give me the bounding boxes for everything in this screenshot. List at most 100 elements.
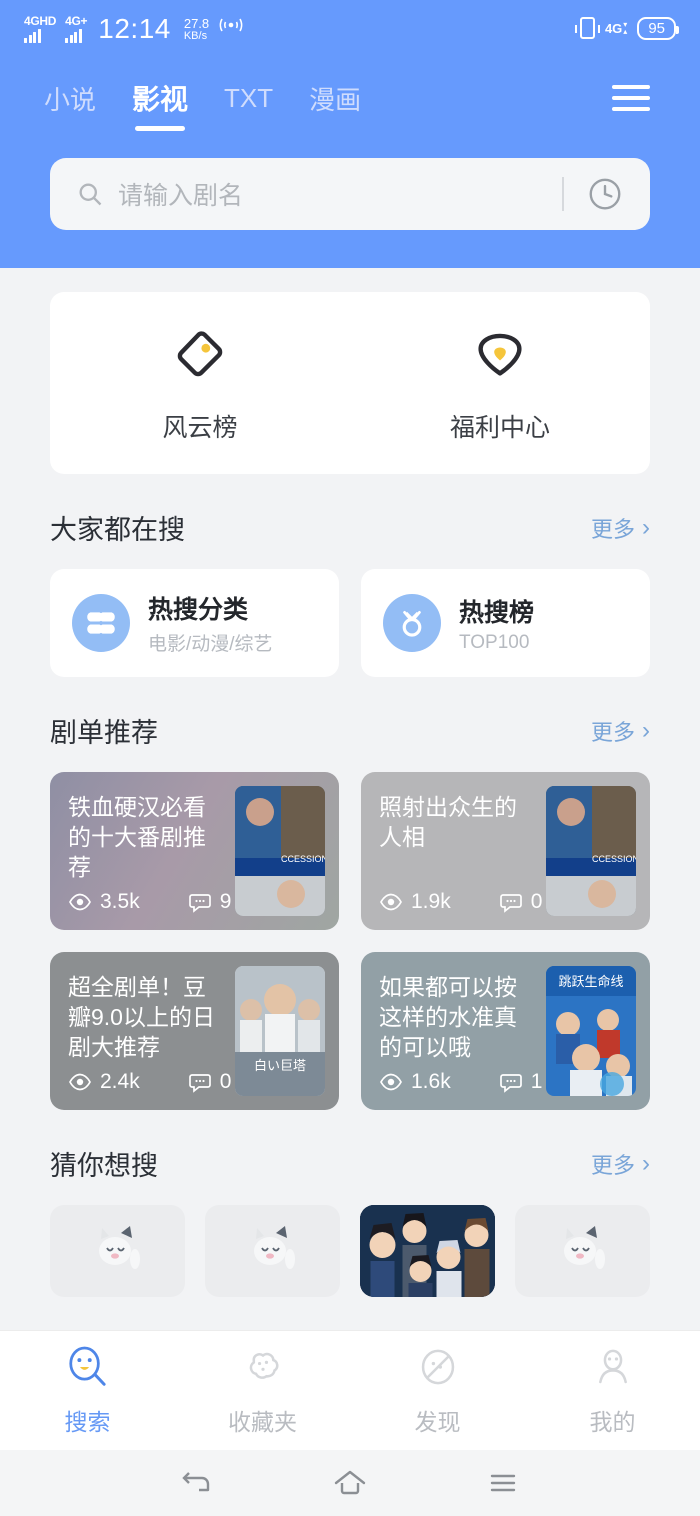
main-content: 风云榜 福利中心 大家都在搜 更多 › 热搜分类 电影/动漫/综艺 热搜榜 TO… — [0, 268, 700, 1516]
svg-text:CCESSION: CCESSION — [281, 854, 325, 864]
hot-search-category-title: 热搜分类 — [148, 596, 249, 624]
svg-text:CCESSION: CCESSION — [592, 854, 636, 864]
bottom-navigation: 搜索 收藏夹 发现 我的 — [0, 1330, 700, 1450]
hamburger-menu-icon[interactable] — [606, 79, 656, 117]
hot-search-rank-card[interactable]: 热搜榜 TOP100 — [361, 569, 650, 677]
search-placeholder: 请输入剧名 — [118, 182, 244, 210]
playlist-card[interactable]: 铁血硬汉必看的十大番剧推荐 3.5k 9 CCESSION — [50, 772, 339, 930]
sim1-bars-icon — [24, 28, 41, 43]
playlist-views-value: 2.4k — [100, 1070, 140, 1093]
tab-txt[interactable]: TXT — [224, 83, 273, 114]
hotspot-icon — [218, 14, 244, 41]
vibrate-icon — [574, 17, 600, 39]
playlist-thumbnail: 白い巨塔 — [235, 966, 325, 1096]
search-input[interactable]: 请输入剧名 — [50, 158, 650, 230]
tab-comic[interactable]: 漫画 — [309, 80, 361, 117]
playlist-card-title: 照射出众生的人相 — [379, 794, 517, 850]
tab-txt-label: TXT — [224, 82, 274, 113]
playlist-views-value: 3.5k — [100, 890, 140, 913]
hot-search-category-card[interactable]: 热搜分类 电影/动漫/综艺 — [50, 569, 339, 677]
chevron-right-icon: › — [642, 716, 650, 744]
tab-comic-label: 漫画 — [309, 84, 362, 115]
guess-thumbnail[interactable] — [205, 1205, 340, 1297]
nav-item-search[interactable]: 搜索 — [0, 1344, 175, 1437]
playlist-views: 2.4k — [68, 1070, 140, 1094]
guess-thumbnail[interactable] — [515, 1205, 650, 1297]
data-arrows-icon: ▾ ▴ — [623, 20, 628, 36]
sim2-bars-icon — [65, 28, 82, 43]
playlist-more-label: 更多 — [590, 719, 635, 745]
search-icon — [76, 180, 104, 208]
hot-search-rank-subtitle: TOP100 — [459, 631, 530, 653]
sim2-network-label: 4G+ — [65, 13, 88, 28]
tab-video[interactable]: 影视 — [132, 78, 189, 131]
playlist-views: 1.6k — [379, 1070, 451, 1094]
chevron-right-icon: › — [642, 513, 650, 541]
nav-item-favorites[interactable]: 收藏夹 — [175, 1344, 350, 1437]
search-area: 请输入剧名 — [0, 132, 700, 268]
guess-title: 猜你想搜 — [50, 1151, 158, 1181]
hot-search-rank-title: 热搜榜 — [459, 598, 535, 627]
playlist-views: 3.5k — [68, 890, 140, 914]
playlist-card[interactable]: 如果都可以按这样的水准真的可以哦 1.6k 1 跳跃生命线 — [361, 952, 650, 1110]
guess-section-header: 猜你想搜 更多 › — [0, 1144, 700, 1183]
hot-search-cards: 热搜分类 电影/动漫/综艺 热搜榜 TOP100 — [0, 569, 700, 677]
nav-item-profile-label: 我的 — [589, 1409, 636, 1435]
nav-item-profile[interactable]: 我的 — [525, 1344, 700, 1437]
quick-action-ranking-label: 风云榜 — [162, 413, 238, 442]
status-bar-right: 4G ▾ ▴ 95 — [574, 16, 679, 40]
quick-actions-card: 风云榜 福利中心 — [50, 292, 650, 474]
playlist-comments-value: 9 — [219, 890, 232, 913]
mobile-data-icon: 4G ▾ ▴ — [605, 21, 627, 36]
tab-video-label: 影视 — [132, 84, 189, 115]
playlist-views: 1.9k — [379, 890, 451, 914]
playlist-comments: 9 — [188, 890, 232, 914]
tab-underline — [135, 126, 186, 131]
playlist-card-title: 超全剧单！豆瓣9.0以上的日剧大推荐 — [68, 974, 215, 1060]
guess-thumbnail[interactable] — [50, 1205, 185, 1297]
network-speed: 27.8 KB/s — [183, 17, 209, 42]
system-navigation-bar — [0, 1450, 700, 1516]
playlist-card[interactable]: 超全剧单！豆瓣9.0以上的日剧大推荐 2.4k 0 白い巨塔 — [50, 952, 339, 1110]
cloud-favorites-icon — [240, 1344, 286, 1395]
nav-item-discover[interactable]: 发现 — [350, 1344, 525, 1437]
svg-text:白い巨塔: 白い巨塔 — [254, 1058, 306, 1073]
category-tabs: 小说 影视 TXT 漫画 — [0, 56, 700, 132]
playlist-comments: 0 — [188, 1070, 232, 1094]
mobile-data-label: 4G — [604, 20, 623, 36]
playlist-comments: 0 — [499, 890, 543, 914]
playlist-thumbnail: CCESSION — [235, 786, 325, 916]
playlist-comments: 1 — [499, 1070, 543, 1094]
quick-action-ranking[interactable]: 风云榜 — [50, 323, 350, 444]
history-clock-icon[interactable] — [586, 175, 624, 213]
hot-search-category-subtitle: 电影/动漫/综艺 — [148, 634, 273, 655]
hot-search-title: 大家都在搜 — [50, 515, 185, 545]
battery-indicator: 95 — [637, 16, 679, 40]
person-profile-icon — [590, 1344, 636, 1395]
network-speed-unit: KB/s — [183, 29, 208, 42]
home-icon[interactable] — [328, 1466, 372, 1500]
app-header: 4GHD 4G+ 12:14 27.8 KB/s 4G ▾ ▴ 95 小说 影视… — [0, 0, 700, 268]
quick-action-welfare[interactable]: 福利中心 — [350, 323, 650, 444]
playlist-thumbnail: 跳跃生命线 — [546, 966, 636, 1096]
hot-search-more-label: 更多 — [590, 516, 635, 542]
playlist-views-value: 1.6k — [411, 1070, 451, 1093]
status-bar-left: 4GHD 4G+ 12:14 27.8 KB/s — [24, 14, 580, 43]
playlist-more-link[interactable]: 更多 › — [591, 715, 650, 747]
playlist-card[interactable]: 照射出众生的人相 1.9k 0 CCESSION — [361, 772, 650, 930]
tab-novel[interactable]: 小说 — [44, 80, 96, 117]
guess-more-link[interactable]: 更多 › — [591, 1148, 650, 1180]
hot-search-rank-texts: 热搜榜 TOP100 — [459, 593, 534, 654]
nav-item-favorites-label: 收藏夹 — [228, 1409, 297, 1435]
playlist-comments-value: 0 — [219, 1070, 232, 1093]
recents-icon[interactable] — [481, 1466, 525, 1500]
playlist-views-value: 1.9k — [411, 890, 451, 913]
guess-thumbnail[interactable] — [360, 1205, 495, 1297]
back-icon[interactable] — [175, 1466, 219, 1500]
sim2-signal: 4G+ — [65, 13, 88, 43]
playlist-comments-value: 1 — [530, 1070, 543, 1093]
hot-search-more-link[interactable]: 更多 › — [591, 512, 650, 544]
hot-search-section-header: 大家都在搜 更多 › — [0, 508, 700, 547]
quick-action-welfare-label: 福利中心 — [449, 413, 550, 442]
playlist-comments-value: 0 — [530, 890, 543, 913]
